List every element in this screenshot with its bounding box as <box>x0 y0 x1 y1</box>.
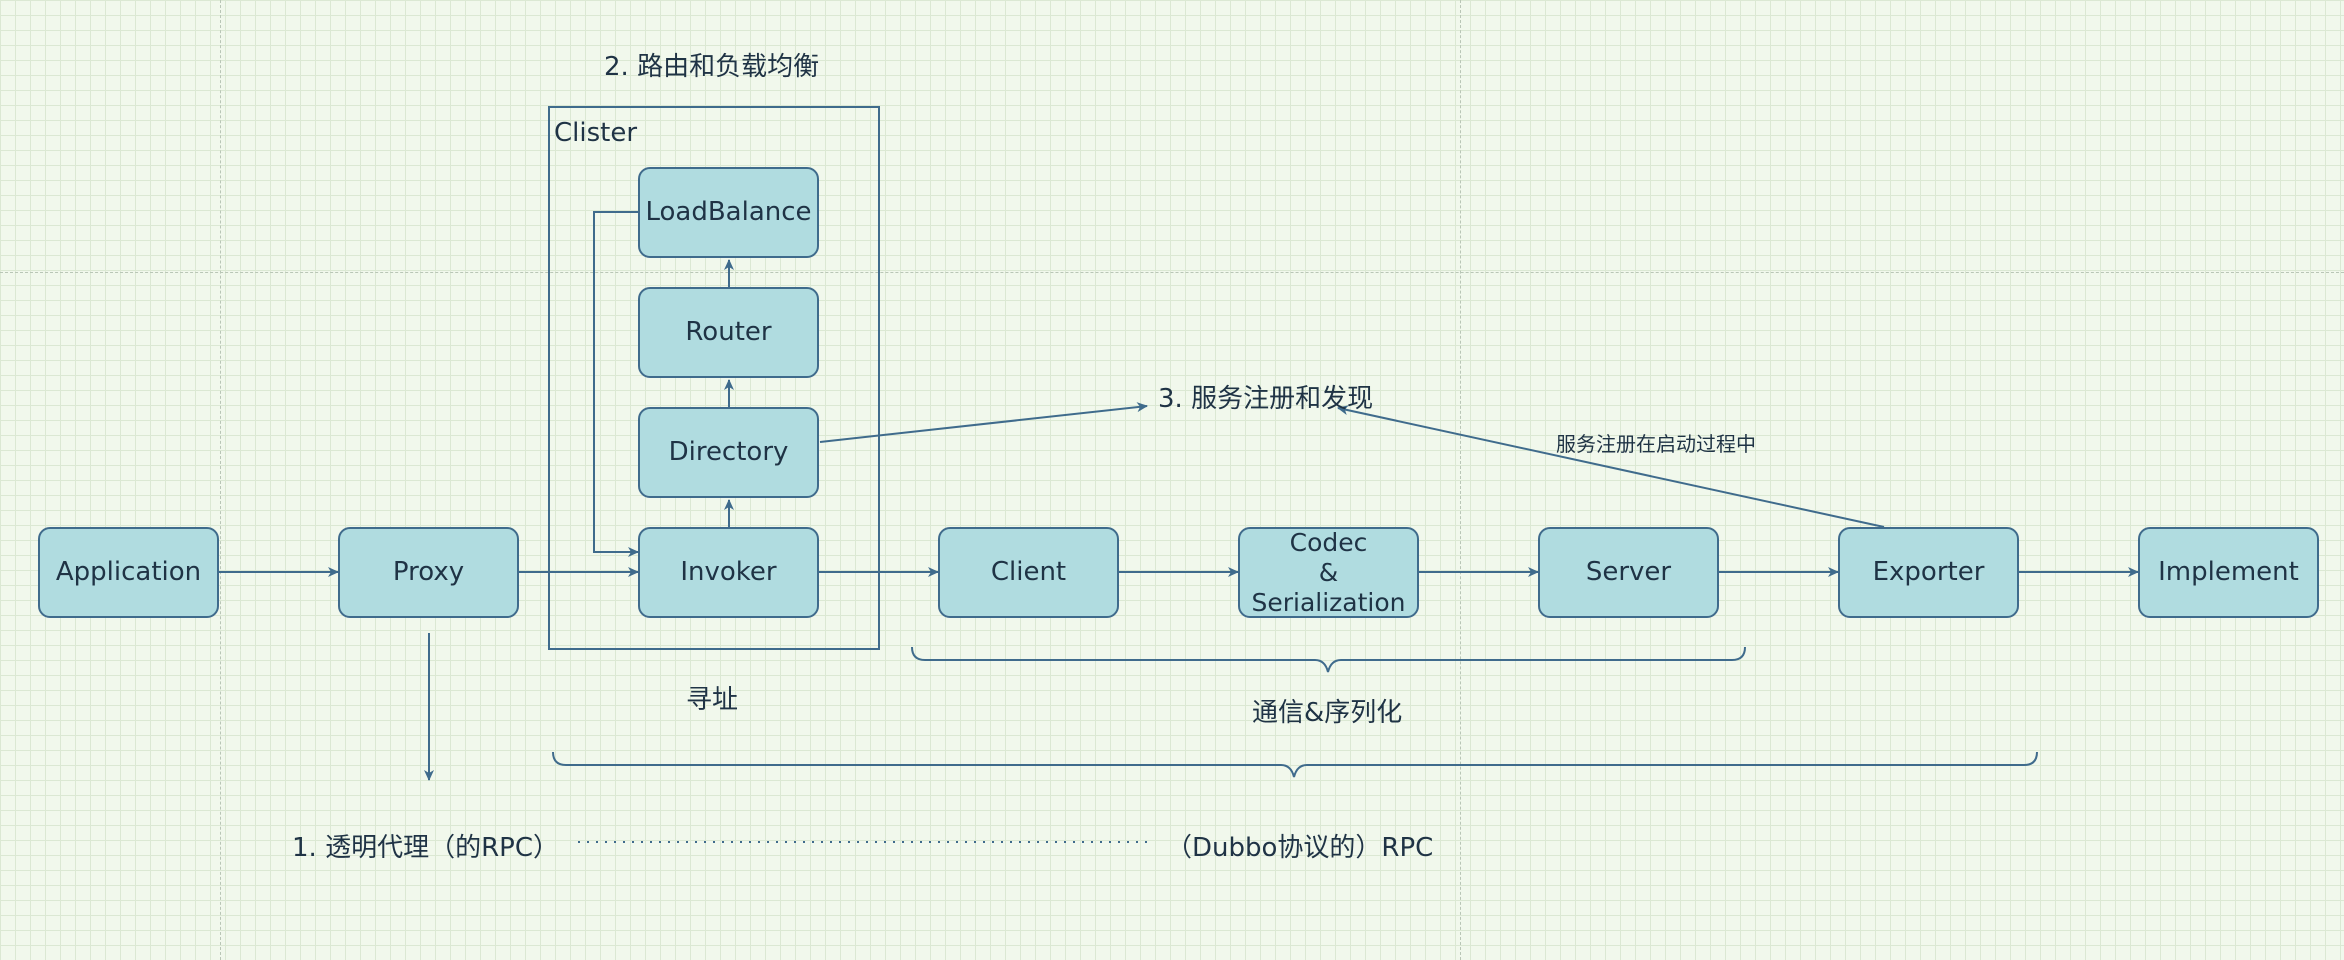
label-addressing: 寻址 <box>686 685 739 715</box>
connector-layer <box>219 211 2139 843</box>
node-proxy[interactable]: Proxy <box>338 527 519 618</box>
node-server[interactable]: Server <box>1538 527 1719 618</box>
node-loadbalance[interactable]: LoadBalance <box>638 167 819 258</box>
node-implement[interactable]: Implement <box>2138 527 2319 618</box>
label-dubbo-rpc: （Dubbo协议的）RPC <box>1166 833 1434 863</box>
node-directory[interactable]: Directory <box>638 407 819 498</box>
node-router[interactable]: Router <box>638 287 819 378</box>
label-registry-discovery: 3. 服务注册和发现 <box>1158 384 1374 414</box>
node-application[interactable]: Application <box>38 527 219 618</box>
brace-dubbo-rpc <box>552 751 2038 778</box>
brace-comm-serial <box>911 646 1746 673</box>
label-comm-serialization: 通信&序列化 <box>1252 698 1403 728</box>
label-transparent-proxy: 1. 透明代理（的RPC） <box>292 833 559 863</box>
cluster-label: Clister <box>554 118 638 148</box>
edge-exporter-registry <box>1337 405 1885 528</box>
node-invoker[interactable]: Invoker <box>638 527 819 618</box>
node-exporter[interactable]: Exporter <box>1838 527 2019 618</box>
label-routing-loadbalance: 2. 路由和负载均衡 <box>604 52 820 82</box>
node-codec-serialization[interactable]: Codec & Serialization <box>1238 527 1419 618</box>
diagram-canvas: Clister Application Proxy Invoker Direct… <box>0 0 2344 960</box>
label-register-on-start: 服务注册在启动过程中 <box>1556 432 1756 456</box>
node-client[interactable]: Client <box>938 527 1119 618</box>
